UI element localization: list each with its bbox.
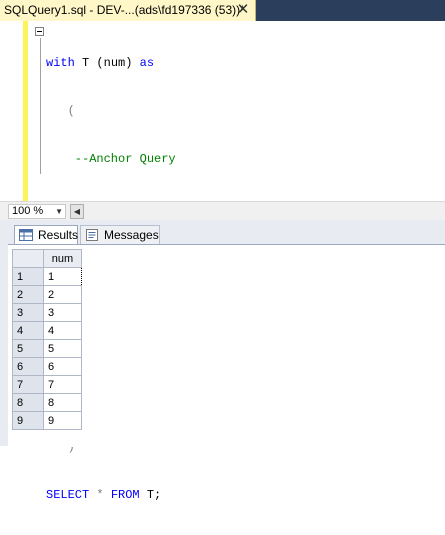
query-editor[interactable]: with T (num) as ( --Anchor Query SELECT … <box>0 21 445 502</box>
zoom-value: 100 % <box>12 205 44 217</box>
row-number[interactable]: 8 <box>12 393 44 412</box>
grid-corner[interactable] <box>12 249 44 268</box>
cell-num[interactable]: 6 <box>43 357 82 376</box>
zoom-bar: 100 % ▼ ◀ <box>0 201 445 221</box>
cell-num[interactable]: 5 <box>43 339 82 358</box>
code-line: SELECT * FROM T; <box>46 488 162 502</box>
row-number[interactable]: 1 <box>12 267 44 286</box>
close-icon[interactable]: ✕ <box>234 0 252 19</box>
scroll-left-button[interactable]: ◀ <box>70 204 84 219</box>
table-row[interactable]: 7 7 <box>12 375 82 394</box>
document-tab-strip: SQLQuery1.sql - DEV-...(ads\fd197336 (53… <box>0 0 445 21</box>
row-number[interactable]: 3 <box>12 303 44 322</box>
tab-results-label: Results <box>38 228 79 242</box>
table-row[interactable]: 8 8 <box>12 393 82 412</box>
tab-messages-label: Messages <box>104 228 159 242</box>
chevron-down-icon: ▼ <box>55 207 63 216</box>
cell-num[interactable]: 1 <box>43 267 82 286</box>
results-grid-area: num 1 1 2 2 3 3 4 4 5 5 6 6 7 7 8 8 9 9 <box>8 244 445 447</box>
code-line: with T (num) as <box>46 56 155 70</box>
row-number[interactable]: 9 <box>12 411 44 430</box>
cell-num[interactable]: 2 <box>43 285 82 304</box>
document-tab-title: SQLQuery1.sql - DEV-...(ads\fd197336 (53… <box>4 3 245 17</box>
change-tracking-bar <box>23 21 28 201</box>
cell-num[interactable]: 4 <box>43 321 82 340</box>
table-row[interactable]: 6 6 <box>12 357 82 376</box>
row-number[interactable]: 5 <box>12 339 44 358</box>
row-number[interactable]: 6 <box>12 357 44 376</box>
code-line: ( <box>46 104 75 118</box>
table-row[interactable]: 3 3 <box>12 303 82 322</box>
messages-icon <box>86 229 98 241</box>
row-number[interactable]: 4 <box>12 321 44 340</box>
table-row[interactable]: 2 2 <box>12 285 82 304</box>
grid-icon <box>19 229 33 241</box>
column-header-num[interactable]: num <box>43 249 82 268</box>
cell-num[interactable]: 7 <box>43 375 82 394</box>
document-tab[interactable]: SQLQuery1.sql - DEV-...(ads\fd197336 (53… <box>0 0 256 21</box>
row-number[interactable]: 7 <box>12 375 44 394</box>
results-panel: Results Messages num 1 1 2 2 3 3 4 4 5 5… <box>0 220 445 447</box>
tab-results[interactable]: Results <box>14 225 78 245</box>
row-number[interactable]: 2 <box>12 285 44 304</box>
table-row[interactable]: 5 5 <box>12 339 82 358</box>
cell-num[interactable]: 8 <box>43 393 82 412</box>
cell-num[interactable]: 9 <box>43 411 82 430</box>
code-line: --Anchor Query <box>46 152 176 166</box>
tab-messages[interactable]: Messages <box>80 225 160 245</box>
table-row[interactable]: 4 4 <box>12 321 82 340</box>
collapse-icon[interactable] <box>35 27 44 36</box>
zoom-dropdown[interactable]: 100 % ▼ <box>8 204 66 219</box>
results-grid[interactable]: num 1 1 2 2 3 3 4 4 5 5 6 6 7 7 8 8 9 9 <box>12 249 82 430</box>
cell-num[interactable]: 3 <box>43 303 82 322</box>
table-row[interactable]: 9 9 <box>12 411 82 430</box>
table-row[interactable]: 1 1 <box>12 267 82 286</box>
outline-guide <box>40 38 41 174</box>
